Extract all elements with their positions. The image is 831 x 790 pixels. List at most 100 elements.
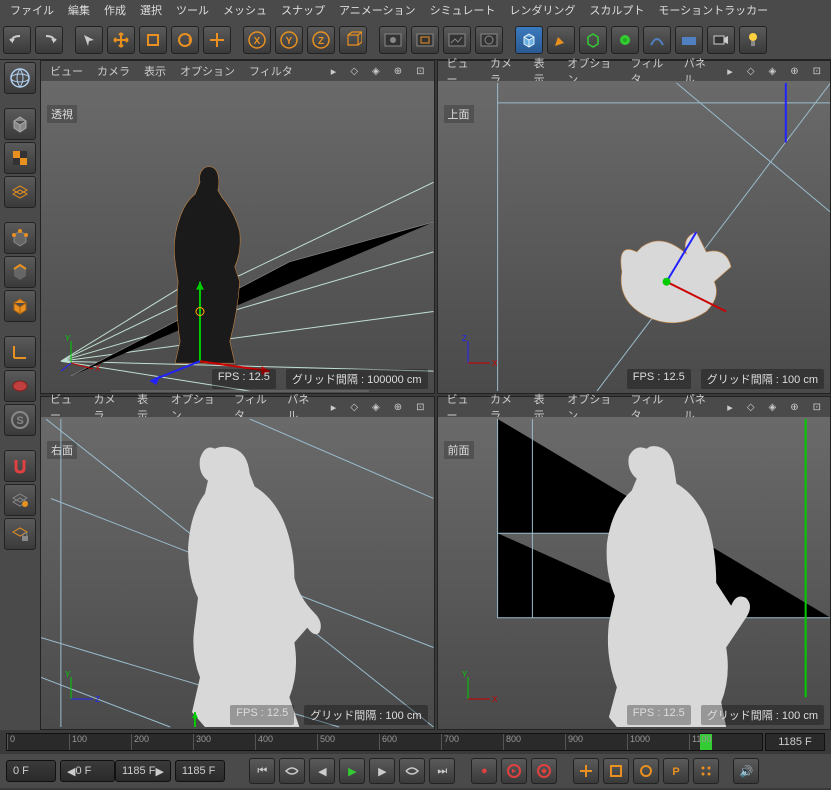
expand-icon[interactable]: ▸ [722,63,738,80]
key-pla-button[interactable] [693,758,719,784]
play-button[interactable]: ▶ [339,758,365,784]
polygon-mode-button[interactable] [4,290,36,322]
redo-button[interactable] [35,26,63,54]
expand-icon[interactable]: ▸ [326,63,342,80]
view-nav-icon[interactable]: ⊕ [389,400,407,415]
render-view-button[interactable] [379,26,407,54]
coord-system-button[interactable] [339,26,367,54]
view-nav-icon[interactable]: ⊡ [808,64,826,79]
menu-item[interactable]: ツール [170,0,215,20]
menu-item[interactable]: スカルプト [583,0,650,20]
view-nav-icon[interactable]: ◈ [764,64,782,79]
menu-item[interactable]: アニメーション [333,0,422,20]
view-nav-icon[interactable]: ⊡ [411,64,429,79]
right-viewport[interactable]: 右面 YZ FPS : 12.5グリッド間隔 : 100 cm [41,417,434,729]
key-rotation-button[interactable] [633,758,659,784]
globe-mode-button[interactable] [4,62,36,94]
range-end-field[interactable]: 1185 F [175,760,225,782]
front-viewport[interactable]: 前面 YX FPS : 12.5グリッド間隔 : 100 cm [438,417,831,729]
axis-y-button[interactable]: Y [275,26,303,54]
workplane-snap-button[interactable] [4,484,36,516]
view-nav-icon[interactable]: ⊡ [808,400,826,415]
view-nav-icon[interactable]: ⊕ [389,64,407,79]
view-nav-icon[interactable]: ◈ [764,400,782,415]
main-menu-bar: ファイル編集作成選択ツールメッシュスナップアニメーションシミュレートレンダリング… [0,0,831,20]
expand-icon[interactable]: ▸ [326,399,342,416]
view-nav-icon[interactable]: ⊕ [785,400,803,415]
menu-item[interactable]: 選択 [134,0,168,20]
range-start-field[interactable]: 0 F [6,760,56,782]
tweak-mode-button[interactable] [4,370,36,402]
live-select-button[interactable] [75,26,103,54]
view-menu-item[interactable]: ビュー [45,61,88,81]
top-viewport[interactable]: 上面 ZX FPS : 12.5グリッド間隔 : 100 cm [438,81,831,393]
sound-button[interactable]: 🔊 [733,758,759,784]
record-button[interactable]: ● [471,758,497,784]
menu-item[interactable]: ファイル [4,0,60,20]
next-frame-button[interactable]: ▶ [369,758,395,784]
recent-tool-button[interactable] [203,26,231,54]
view-nav-icon[interactable]: ⊡ [411,400,429,415]
point-mode-button[interactable] [4,222,36,254]
view-nav-icon[interactable]: ◈ [367,400,385,415]
goto-end-button[interactable]: ⏭ [429,758,455,784]
view-nav-icon[interactable]: ⊕ [785,64,803,79]
render-region-button[interactable] [411,26,439,54]
view-nav-icon[interactable]: ◇ [742,400,760,415]
view-nav-icon[interactable]: ◇ [742,64,760,79]
key-parameter-button[interactable]: P [663,758,689,784]
enable-axis-button[interactable] [4,336,36,368]
view-menu-item[interactable]: 表示 [139,61,171,81]
locked-workplane-button[interactable] [4,518,36,550]
view-nav-icon[interactable]: ◇ [345,400,363,415]
scale-tool-button[interactable] [139,26,167,54]
prev-key-button[interactable] [279,758,305,784]
rotate-tool-button[interactable] [171,26,199,54]
autokey-button[interactable] [501,758,527,784]
add-cube-button[interactable] [515,26,543,54]
model-mode-button[interactable] [4,108,36,140]
add-deformer-button[interactable] [643,26,671,54]
goto-start-button[interactable]: ⏮ [249,758,275,784]
view-nav-icon[interactable]: ◈ [367,64,385,79]
view-menu-item[interactable]: フィルタ [244,61,298,81]
view-nav-icon[interactable]: ◇ [345,64,363,79]
menu-item[interactable]: レンダリング [503,0,581,20]
menu-item[interactable]: メッシュ [217,0,273,20]
move-tool-button[interactable] [107,26,135,54]
axis-z-button[interactable]: Z [307,26,335,54]
viewport-solo-button[interactable]: S [4,404,36,436]
keyframe-selection-button[interactable] [531,758,557,784]
view-menu-item[interactable]: オプション [175,61,240,81]
add-camera-button[interactable] [707,26,735,54]
add-generator-button[interactable] [611,26,639,54]
key-scale-button[interactable] [603,758,629,784]
add-pen-button[interactable] [547,26,575,54]
menu-item[interactable]: スナップ [275,0,331,20]
menu-item[interactable]: 編集 [62,0,96,20]
range-b-field[interactable]: 1185 F ▶ [115,760,171,782]
render-settings-button[interactable] [475,26,503,54]
timeline[interactable]: 010020030040050060070080090010001100 118… [0,730,831,754]
perspective-viewport[interactable]: 透視 YX FPS : 12.5グリッド間隔 : 100000 cm [41,81,434,393]
prev-frame-button[interactable]: ◀ [309,758,335,784]
workplane-mode-button[interactable] [4,176,36,208]
snap-button[interactable] [4,450,36,482]
undo-button[interactable] [3,26,31,54]
timeline-ruler[interactable]: 010020030040050060070080090010001100 [6,733,763,751]
edge-mode-button[interactable] [4,256,36,288]
next-key-button[interactable] [399,758,425,784]
view-menu-item[interactable]: カメラ [92,61,135,81]
menu-item[interactable]: シミュレート [424,0,502,20]
add-light-button[interactable] [739,26,767,54]
axis-x-button[interactable]: X [243,26,271,54]
menu-item[interactable]: 作成 [98,0,132,20]
render-picture-button[interactable] [443,26,471,54]
menu-item[interactable]: モーショントラッカー [652,0,774,20]
range-a-field[interactable]: ◀ 0 F [60,760,115,782]
add-nurbs-button[interactable] [579,26,607,54]
add-environment-button[interactable] [675,26,703,54]
key-position-button[interactable] [573,758,599,784]
expand-icon[interactable]: ▸ [722,399,738,416]
texture-mode-button[interactable] [4,142,36,174]
